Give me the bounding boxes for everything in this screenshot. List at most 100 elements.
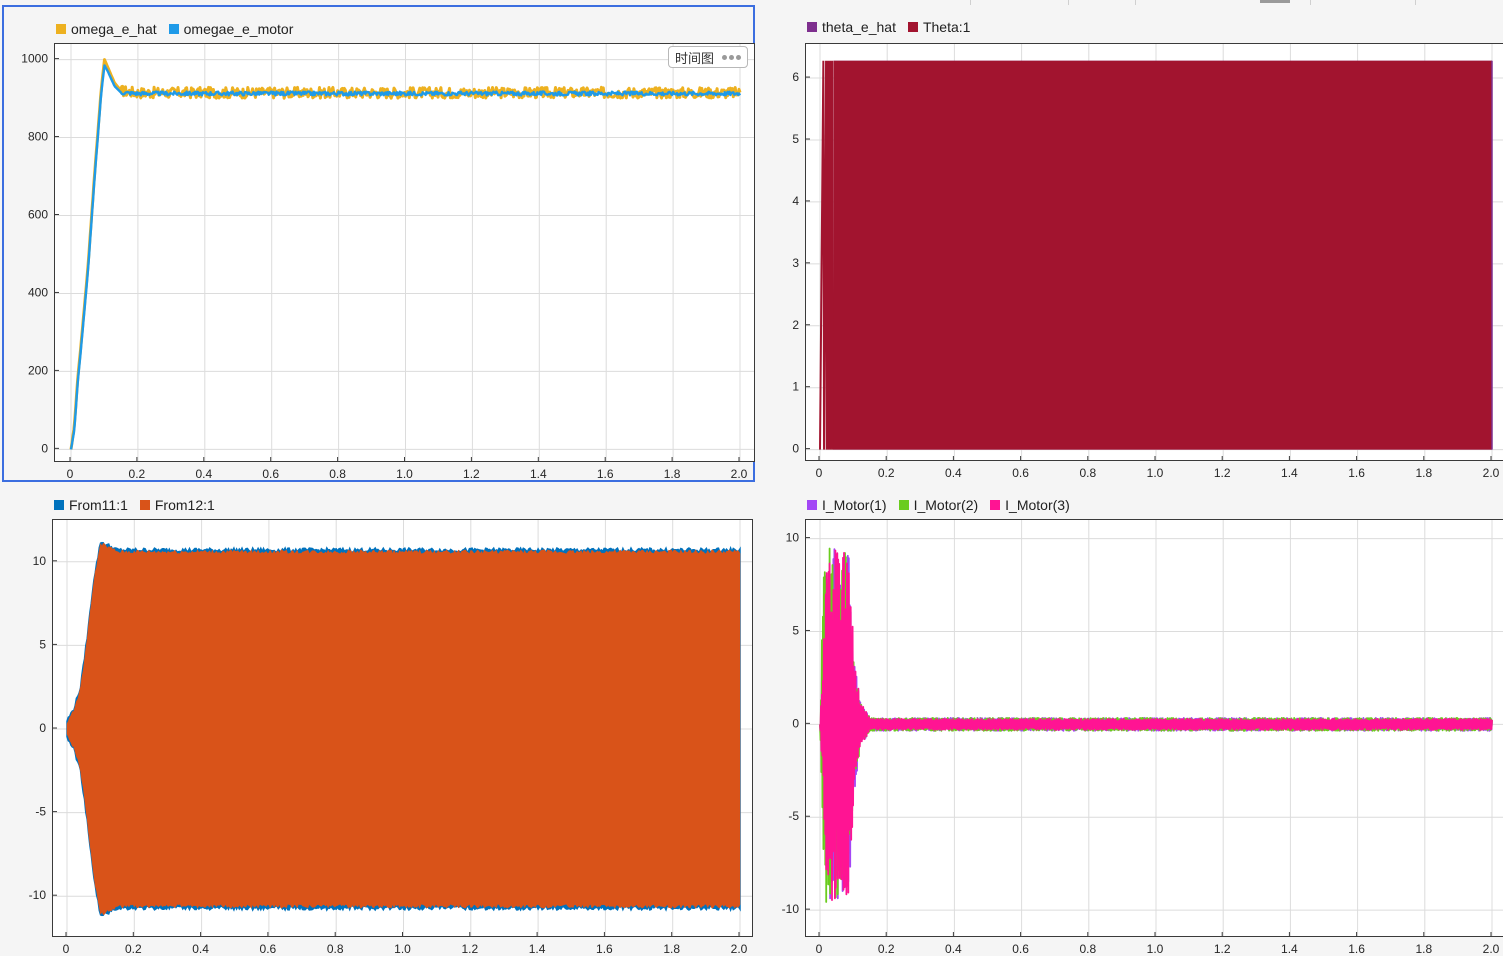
y-tick-label: 1000 [21,52,48,66]
legend-swatch [56,24,66,34]
legend-item-imotor-2[interactable]: I_Motor(2) [898,497,979,513]
x-tick-label: 0 [63,942,70,956]
x-tick-label: 0.8 [1079,942,1096,956]
legend-label: From11:1 [69,497,128,513]
plot-canvas [806,520,1503,936]
x-tick-label: 0.6 [262,467,279,481]
legend-label: omega_e_hat [71,21,157,37]
x-tick-label: 2.0 [1483,466,1500,480]
legend-label: omegae_e_motor [183,21,294,37]
x-tick-label: 0 [816,942,823,956]
plot-canvas [53,520,752,936]
x-tick-label: 0.4 [945,942,962,956]
legend-label: theta_e_hat [822,19,896,35]
y-tick-label: -10 [29,888,47,902]
x-tick-label: 1.0 [396,467,413,481]
y-tick-label: -5 [788,809,799,823]
y-tick-label: -10 [782,902,800,916]
legend-item-theta-1[interactable]: Theta:1 [907,19,970,35]
x-tick-label: 1.6 [596,942,613,956]
y-tick-label: -5 [35,805,46,819]
legend-item-imotor-1[interactable]: I_Motor(1) [807,497,887,513]
plot-canvas [55,44,754,461]
x-tick-label: 0.2 [125,942,142,956]
legend-swatch [907,22,918,32]
x-tick-label: 1.6 [1348,466,1365,480]
x-tick-label: 1.4 [1281,466,1298,480]
legend-swatch [54,500,64,510]
y-tick-label: 5 [792,623,799,637]
x-tick-label: 0.2 [129,467,146,481]
y-tick-label: 10 [786,531,800,545]
x-tick-label: 0.6 [1012,466,1029,480]
legend[interactable]: omega_e_hat omegae_e_motor [56,21,305,37]
x-tick-label: 2.0 [731,467,748,481]
legend-swatch [807,500,817,510]
legend-label: From12:1 [154,497,215,513]
x-tick-label: 1.0 [1147,466,1164,480]
legend-item-from11[interactable]: From11:1 [54,497,128,513]
x-tick-label: 0.2 [878,466,895,480]
legend-item-omega-e-hat[interactable]: omega_e_hat [56,21,157,37]
y-tick-label: 600 [28,207,48,221]
legend-swatch [807,22,817,32]
scope-panel-imotor[interactable]: I_Motor(1) I_Motor(2) I_Motor(3) 0 0.2 0.4… [755,483,1503,956]
x-tick-label: 0.2 [878,942,895,956]
y-tick-label: 5 [39,637,46,651]
legend-swatch [168,24,179,34]
x-tick-label: 2.0 [1483,942,1500,956]
scope-panel-omega[interactable]: omega_e_hat omegae_e_motor 时间图 0 0.2 0.4 0.… [2,5,755,482]
y-tick-label: 5 [792,132,799,146]
legend-swatch [139,500,150,510]
x-tick-label: 1.8 [663,942,680,956]
x-tick-label: 1.8 [1415,942,1432,956]
plot-area[interactable] [805,519,1503,937]
x-tick-label: 0.4 [945,466,962,480]
legend-item-theta-e-hat[interactable]: theta_e_hat [807,19,896,35]
plot-area[interactable] [805,43,1503,461]
x-tick-label: 1.4 [530,467,547,481]
legend-label: I_Motor(3) [1005,497,1070,513]
x-tick-label: 0.8 [1079,466,1096,480]
x-tick-label: 2.0 [731,942,748,956]
x-tick-label: 1.0 [1147,942,1164,956]
legend-label: I_Motor(1) [822,497,887,513]
startup-sawtooth [819,60,834,450]
y-tick-label: 0 [792,716,799,730]
legend[interactable]: From11:1 From12:1 [54,497,227,513]
legend[interactable]: theta_e_hat Theta:1 [807,19,982,35]
plot-area[interactable] [52,519,753,937]
x-tick-label: 0.4 [195,467,212,481]
x-tick-label: 1.8 [1415,466,1432,480]
scope-panel-from[interactable]: From11:1 From12:1 0 0.2 0.4 0.6 0.8 1.0 1.2 1.4… [2,483,755,956]
legend-item-imotor-3[interactable]: I_Motor(3) [990,497,1070,513]
y-tick-label: 4 [792,194,799,208]
y-tick-label: 0 [39,721,46,735]
y-tick-label: 2 [792,318,799,332]
legend[interactable]: I_Motor(1) I_Motor(2) I_Motor(3) [807,497,1082,513]
legend-swatch [898,500,909,510]
x-tick-label: 0 [816,466,823,480]
plot-area[interactable]: 时间图 [54,43,755,462]
x-tick-label: 1.8 [664,467,681,481]
x-tick-label: 1.4 [529,942,546,956]
y-tick-label: 3 [792,256,799,270]
x-tick-label: 1.2 [1214,942,1231,956]
x-tick-label: 0.6 [260,942,277,956]
scope-panel-theta[interactable]: theta_e_hat Theta:1 0 0.2 0.4 0.6 0.8 1.0 1.2 1… [755,5,1503,482]
legend-label: I_Motor(2) [913,497,979,513]
legend-item-omegae-e-motor[interactable]: omegae_e_motor [168,21,294,37]
y-tick-label: 10 [33,554,47,568]
time-plot-label: 时间图 [674,50,714,66]
x-tick-label: 0.4 [192,942,209,956]
x-tick-label: 1.6 [597,467,614,481]
y-tick-label: 6 [792,70,799,84]
legend-item-from12[interactable]: From12:1 [139,497,215,513]
x-tick-label: 1.6 [1348,942,1365,956]
time-plot-badge[interactable]: 时间图 [667,46,748,68]
tab-indicator [1260,0,1290,3]
legend-swatch [990,500,1001,510]
x-tick-label: 1.0 [394,942,411,956]
y-tick-label: 0 [792,442,799,456]
more-options-icon[interactable] [720,54,741,60]
